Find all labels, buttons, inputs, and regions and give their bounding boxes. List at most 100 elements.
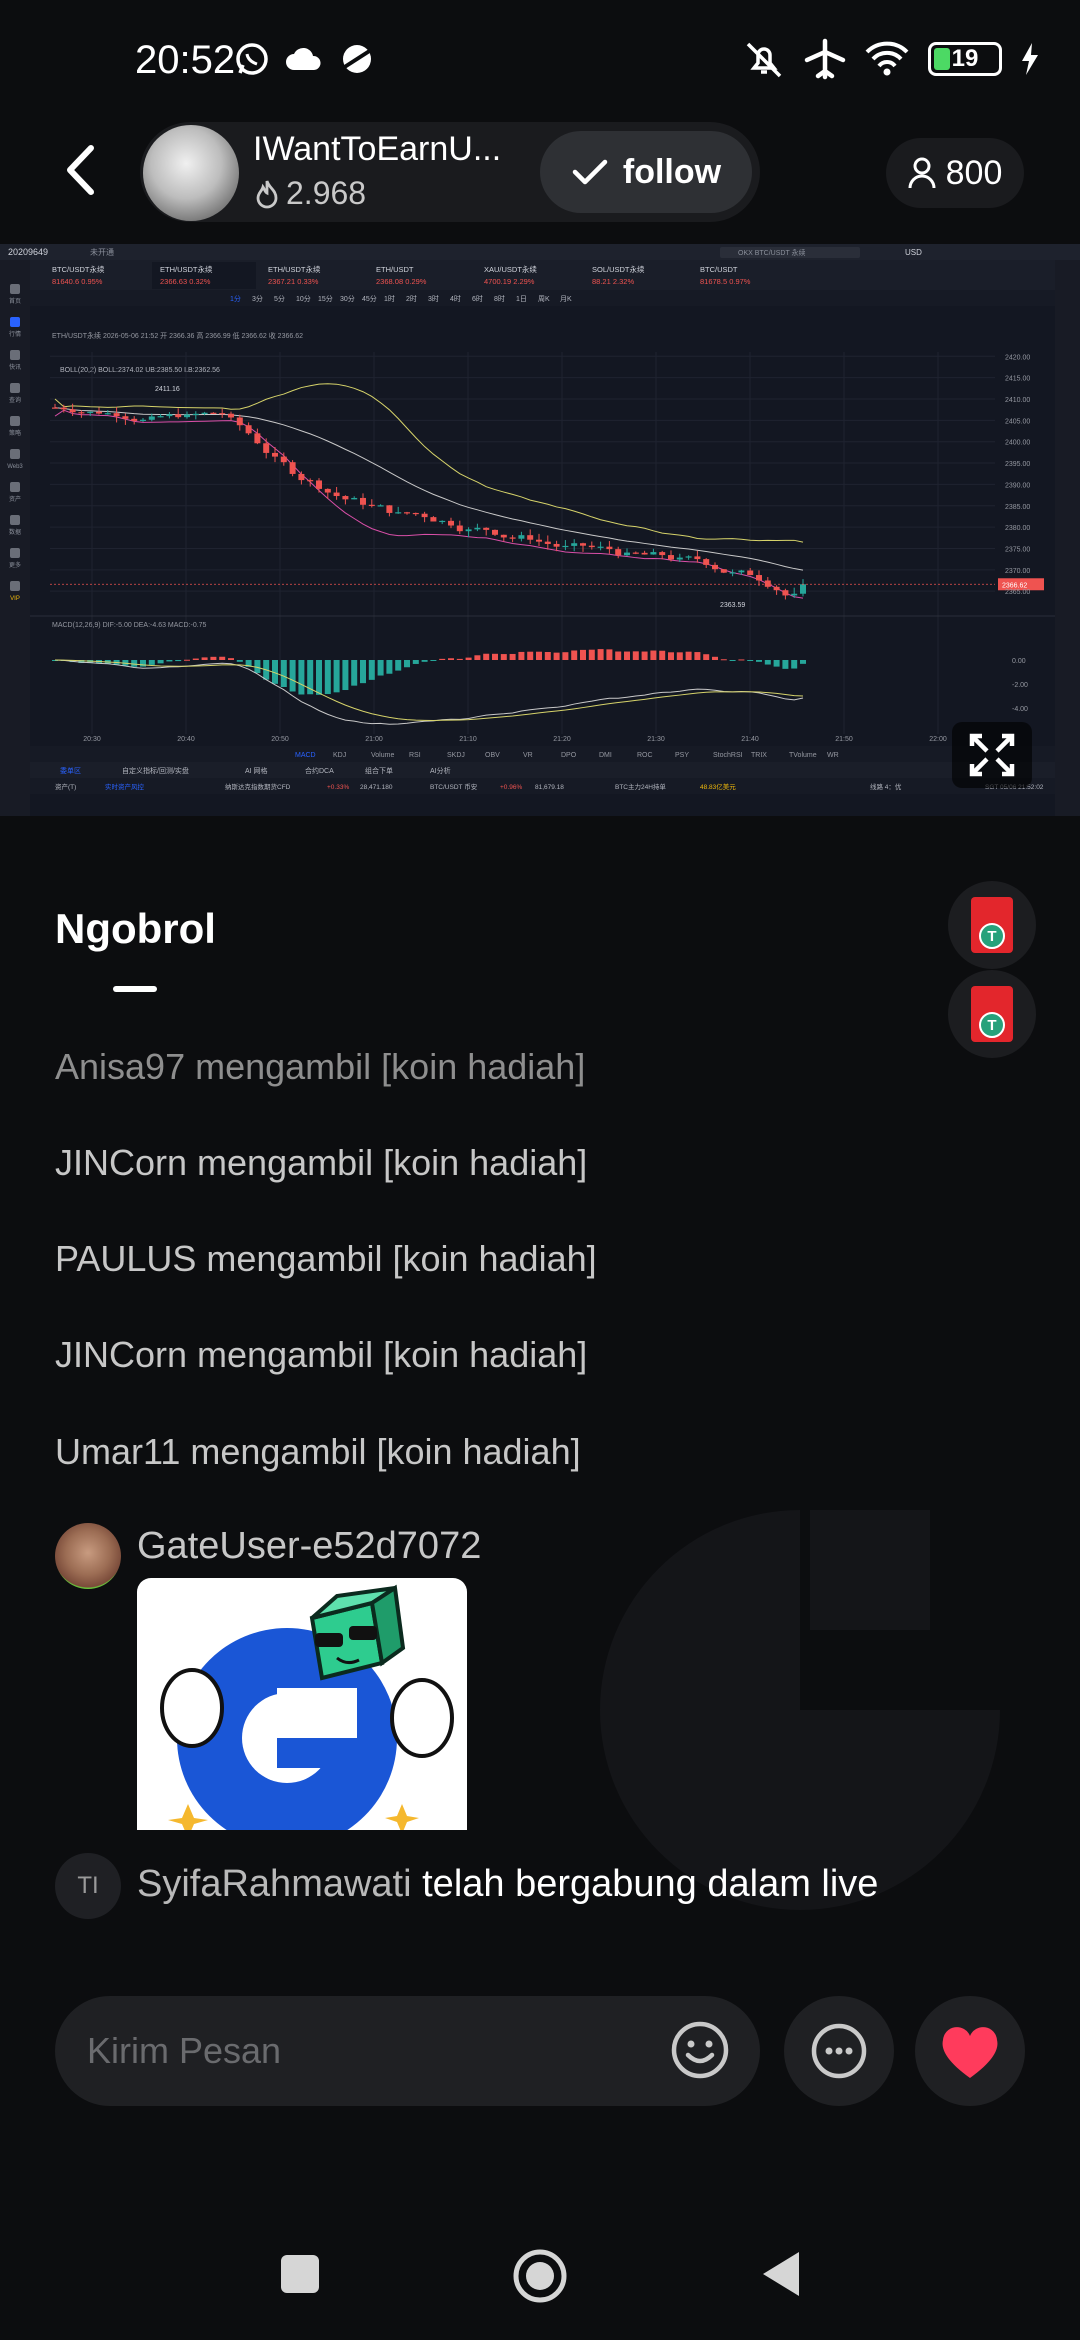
footer-item: 线路 4：优	[870, 782, 902, 791]
macd-histogram-bar	[184, 659, 190, 661]
search-placeholder: OKX BTC/USDT 永续	[738, 248, 806, 257]
home-button[interactable]	[512, 2248, 568, 2304]
sidebar-icon	[10, 482, 20, 492]
bottom-panel-tab: 自定义指标/回测/实盘	[122, 766, 189, 775]
symbol-tab-name: BTC/USDT永续	[52, 264, 105, 274]
candle-body	[69, 409, 76, 413]
candle-body	[720, 569, 727, 573]
chat-title[interactable]: Ngobrol	[55, 905, 216, 953]
timeframe-option: 月K	[560, 295, 572, 303]
join-notice: SyifaRahmawati telah bergabung dalam liv…	[137, 1863, 878, 1906]
join-user-avatar[interactable]: TI	[55, 1853, 121, 1919]
candle-body	[324, 488, 331, 493]
time-axis-label: 20:50	[271, 736, 289, 743]
price-axis-label: 2405.00	[1005, 418, 1030, 425]
back-icon[interactable]	[56, 140, 106, 200]
macd-histogram-bar	[597, 649, 604, 660]
timeframe-option: 5分	[274, 294, 285, 303]
macd-histogram-bar	[474, 655, 481, 660]
like-button[interactable]	[915, 1996, 1025, 2106]
trading-chart: 20209649 未开通 OKX BTC/USDT 永续 USD 首页行情快讯查…	[0, 244, 1080, 816]
macd-histogram-bar	[157, 660, 164, 664]
macd-histogram-bar	[606, 649, 613, 660]
message-input[interactable]	[55, 1996, 760, 2106]
macd-histogram-bar	[791, 660, 798, 669]
fullscreen-icon[interactable]	[952, 722, 1032, 788]
candle-body	[650, 552, 657, 555]
macd-histogram-bar	[148, 660, 155, 665]
status-bar: 20:52 19	[0, 0, 1080, 120]
timeframe-option: 1时	[384, 294, 395, 303]
macd-histogram-bar	[536, 651, 542, 660]
join-user-name[interactable]: SyifaRahmawati	[137, 1863, 412, 1905]
candle-body	[289, 462, 296, 474]
sticker-sender-name[interactable]: GateUser-e52d7072	[137, 1525, 481, 1568]
chat-message: JINCorn mengambil [koin hadiah]	[55, 1142, 588, 1183]
macd-histogram-bar	[333, 660, 340, 693]
price-axis-label: 2380.00	[1005, 525, 1030, 532]
macd-histogram-bar	[140, 660, 146, 667]
candle-body	[500, 534, 507, 538]
nav-back-button[interactable]	[759, 2248, 803, 2300]
macd-histogram-bar	[421, 660, 428, 662]
timeframe-option: 30分	[340, 294, 355, 303]
ohlc-legend: ETH/USDT永续 2026-05-06 21:52 开 2366.36 高 …	[52, 331, 303, 340]
macd-histogram-bar	[544, 652, 551, 660]
currency-select[interactable]: USD	[905, 248, 922, 257]
candle-body	[87, 411, 94, 413]
candle-body	[448, 520, 454, 526]
macd-histogram-bar	[236, 660, 243, 662]
indicator-tab: DMI	[599, 752, 612, 759]
symbol-tab-name: ETH/USDT永续	[268, 264, 321, 274]
indicator-tab: KDJ	[333, 752, 346, 759]
candle-body	[298, 473, 305, 481]
candle-body	[492, 529, 498, 535]
symbol-tab-name: ETH/USDT	[376, 265, 414, 274]
footer-item: 48.83亿美元	[700, 782, 736, 791]
candle-body	[615, 549, 622, 556]
more-options-button[interactable]	[784, 1996, 894, 2106]
candle-body	[738, 570, 745, 573]
emoji-icon[interactable]	[667, 2017, 733, 2083]
macd-histogram-bar	[351, 660, 358, 686]
candle-body	[544, 541, 551, 544]
host-avatar[interactable]	[143, 125, 239, 221]
red-packet-button[interactable]: T	[948, 881, 1036, 969]
live-stream-video[interactable]: 20209649 未开通 OKX BTC/USDT 永续 USD 首页 行情 快讯查…	[0, 244, 1080, 816]
macd-histogram-bar	[588, 649, 595, 660]
follow-button[interactable]: follow	[540, 131, 752, 213]
user-avatar[interactable]	[55, 1523, 121, 1589]
mute-icon	[746, 42, 782, 78]
candle-body	[421, 513, 428, 518]
planet-icon	[341, 45, 373, 73]
sticker-image[interactable]	[137, 1578, 467, 1830]
candle-body	[307, 480, 314, 482]
account-tag: 未开通	[90, 247, 114, 257]
sidebar-icon	[10, 581, 20, 591]
price-axis-label: 2365.00	[1005, 589, 1030, 596]
chat-message: Anisa97 mengambil [koin hadiah]	[55, 1046, 586, 1087]
macd-histogram-bar	[720, 659, 727, 661]
price-axis-label: 2415.00	[1005, 376, 1030, 383]
candle-body	[791, 593, 798, 596]
viewer-count-badge[interactable]: 800	[886, 138, 1024, 208]
sidebar-label: 首页	[9, 297, 21, 305]
candle-body	[210, 412, 217, 414]
macd-histogram-bar	[395, 660, 402, 671]
symbol-tab-price: 81640.6 0.95%	[52, 277, 103, 286]
macd-histogram-bar	[465, 657, 472, 660]
macd-histogram-bar	[289, 660, 296, 692]
macd-axis-label: -4.00	[1012, 706, 1028, 713]
candle-body	[659, 552, 666, 556]
indicator-tab: ROC	[637, 752, 653, 759]
candle-body	[465, 529, 472, 532]
footer-item: 28,471.180	[360, 784, 393, 791]
candle-body	[377, 505, 384, 507]
recent-apps-button[interactable]	[281, 2255, 319, 2293]
indicator-tab: RSI	[409, 752, 421, 759]
candle-body	[219, 413, 226, 415]
candle-body	[316, 480, 322, 489]
follow-label: follow	[622, 152, 722, 191]
status-icons-right: 19	[742, 38, 1040, 80]
red-packet-button-2[interactable]: T	[948, 970, 1036, 1058]
